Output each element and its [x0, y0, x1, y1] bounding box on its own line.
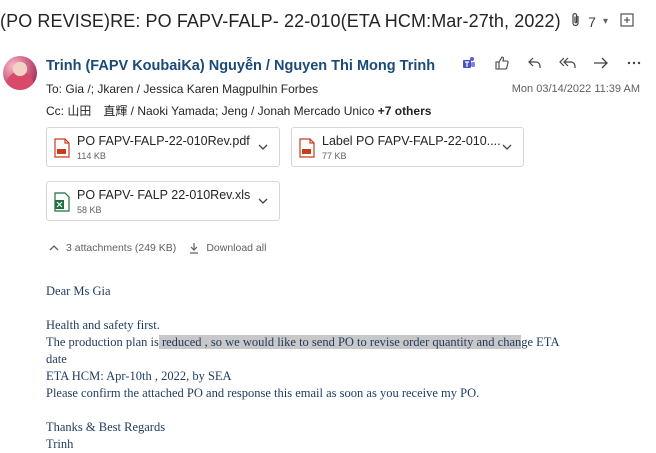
body-line: ETA HCM: Apr-10th , 2022, by SEA: [46, 369, 232, 383]
reply-all-icon: [558, 57, 576, 68]
attachment-card[interactable]: PO FAPV- FALP 22-010Rev.xls 58 KB: [46, 181, 280, 221]
more-actions-button[interactable]: [617, 53, 650, 73]
chevron-down-icon: [502, 144, 512, 150]
sender-avatar[interactable]: [3, 56, 37, 90]
reply-all-button[interactable]: [551, 53, 584, 73]
attachment-card[interactable]: PO FAPV-FALP-22-010Rev.pdf 114 KB: [46, 127, 280, 167]
message-body: Dear Ms Gia Health and safety first. The…: [46, 283, 626, 453]
forward-icon: [593, 57, 608, 69]
chevron-down-icon: [258, 144, 268, 150]
pdf-file-icon: [54, 138, 70, 158]
attachment-card[interactable]: Label PO FAPV-FALP-22-010.... 77 KB: [291, 127, 524, 167]
download-all-link[interactable]: Download all: [206, 242, 266, 254]
teams-share-button[interactable]: [452, 53, 485, 73]
body-line: Health and safety first.: [46, 318, 160, 332]
message-date: Mon 03/14/2022 11:39 AM: [511, 83, 640, 95]
body-line: Please confirm the attached PO and respo…: [46, 386, 480, 400]
cc-list[interactable]: 山田 直輝 / Naoki Yamada; Jeng / Jonah Merca…: [67, 104, 374, 118]
forward-button[interactable]: [584, 53, 617, 73]
chevron-up-icon[interactable]: [48, 242, 60, 254]
chevron-down-icon: [258, 198, 268, 204]
pop-out-icon[interactable]: [620, 13, 634, 30]
attachment-name: Label PO FAPV-FALP-22-010....: [322, 134, 501, 148]
subject-bar: (PO REVISE)RE: PO FAPV-FALP- 22-010(ETA …: [0, 0, 656, 44]
attachment-size: 77 KB: [322, 151, 347, 161]
attachment-summary: 3 attachments (249 KB) Download all: [48, 242, 266, 254]
body-text: ge ETA: [521, 335, 560, 349]
selected-text: reduced , so we would like to send PO to…: [158, 335, 522, 349]
chevron-down-icon[interactable]: ▾: [603, 16, 608, 27]
attachment-count-text: 3 attachments (249 KB): [66, 242, 177, 254]
body-line: The production plan is reduced , so we w…: [46, 334, 626, 351]
attachment-count: 7: [588, 13, 596, 30]
cc-recipients: Cc: 山田 直輝 / Naoki Yamada; Jeng / Jonah M…: [46, 102, 431, 119]
message-actions: [452, 53, 650, 73]
body-signature: Trinh: [46, 437, 74, 451]
cc-more-link[interactable]: +7 others: [378, 104, 432, 118]
attachment-name: PO FAPV-FALP-22-010Rev.pdf: [77, 134, 250, 148]
sender-name[interactable]: Trinh (FAPV KoubaiKa) Nguyễn / Nguyen Th…: [46, 58, 435, 74]
more-icon: [627, 61, 640, 65]
cc-label: Cc:: [46, 104, 64, 118]
body-line: date: [46, 352, 67, 366]
body-text: The production plan is: [46, 335, 159, 349]
like-button[interactable]: [485, 53, 518, 73]
teams-icon: [462, 57, 475, 68]
to-label: To:: [46, 82, 63, 96]
thumbs-up-icon: [494, 56, 509, 70]
attachment-name: PO FAPV- FALP 22-010Rev.xls: [77, 188, 251, 202]
subject-tools: 7 ▾: [570, 12, 634, 31]
body-greeting: Dear Ms Gia: [46, 284, 111, 298]
download-icon[interactable]: [188, 242, 200, 254]
to-recipients: To: Gia /; Jkaren / Jessica Karen Magpul…: [46, 82, 318, 96]
pdf-file-icon: [299, 138, 315, 158]
to-list[interactable]: Gia /; Jkaren / Jessica Karen Magpulhin …: [65, 82, 318, 96]
excel-file-icon: [54, 192, 70, 212]
paperclip-icon[interactable]: [570, 12, 582, 31]
reply-icon: [527, 57, 541, 68]
attachment-size: 114 KB: [77, 151, 106, 161]
email-subject: (PO REVISE)RE: PO FAPV-FALP- 22-010(ETA …: [0, 11, 561, 31]
reply-button[interactable]: [518, 53, 551, 73]
body-closing: Thanks & Best Regards: [46, 420, 166, 434]
attachment-size: 58 KB: [77, 205, 102, 215]
